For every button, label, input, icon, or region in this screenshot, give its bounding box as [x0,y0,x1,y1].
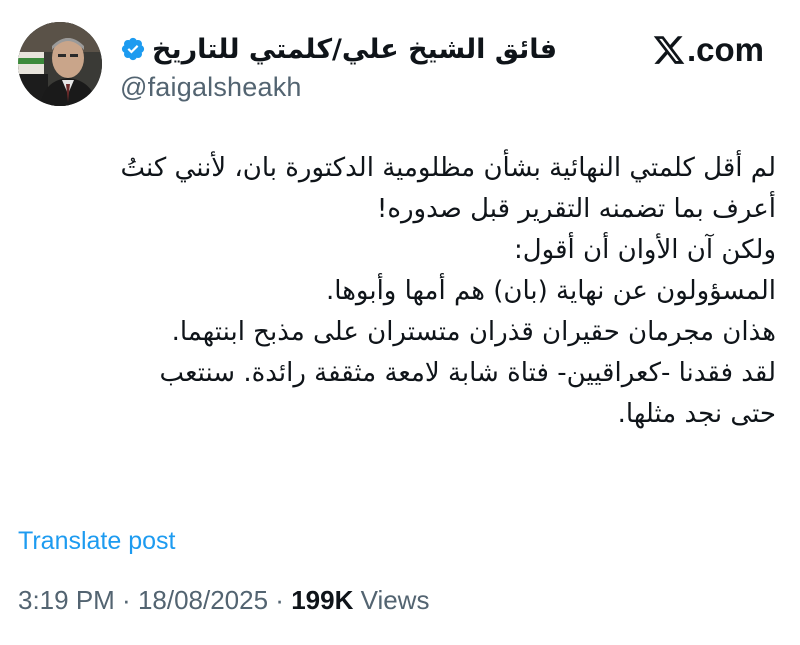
post-line: حتى نجد مثلها. [617,399,776,429]
x-brand-logo: .com [652,30,764,70]
user-handle[interactable]: @faigalsheakh [120,72,520,103]
post-metadata: 3:19 PM · 18/08/2025 · 199K Views [18,585,429,616]
post-time[interactable]: 3:19 PM [18,585,115,615]
avatar-image [18,22,102,106]
post-line: أعرف بما تضمنه التقرير قبل صدوره! [376,194,776,224]
post-text: لم أقل كلمتي النهائية بشأن مظلومية الدكت… [20,148,776,435]
post-line: لقد فقدنا -كعراقيين- فتاة شابة لامعة مثق… [159,358,776,388]
display-name[interactable]: فائق الشيخ علي/كلمتي للتاريخ [152,34,557,65]
post-line: هذان مجرمان حقيران قذران متستران على مذب… [171,317,776,347]
views-count[interactable]: 199K [291,585,353,615]
meta-separator: · [268,585,292,615]
avatar[interactable] [18,22,102,106]
meta-separator: · [114,585,138,615]
user-info: فائق الشيخ علي/كلمتي للتاريخ @faigalshea… [120,28,557,103]
views-label: Views [353,585,430,615]
post-line: ولكن آن الأوان أن أقول: [514,235,776,265]
translate-post-link[interactable]: Translate post [18,527,175,556]
post-line: المسؤولون عن نهاية (بان) هم أمها وأبوها. [326,276,776,306]
post-line: لم أقل كلمتي النهائية بشأن مظلومية الدكت… [120,153,776,183]
post-date[interactable]: 18/08/2025 [138,585,268,615]
post-header: فائق الشيخ علي/كلمتي للتاريخ @faigalshea… [18,22,764,112]
x-logo-text: .com [686,31,764,68]
x-logo-icon [653,36,685,64]
verified-badge-icon [121,37,145,61]
name-row: فائق الشيخ علي/كلمتي للتاريخ [120,28,557,70]
